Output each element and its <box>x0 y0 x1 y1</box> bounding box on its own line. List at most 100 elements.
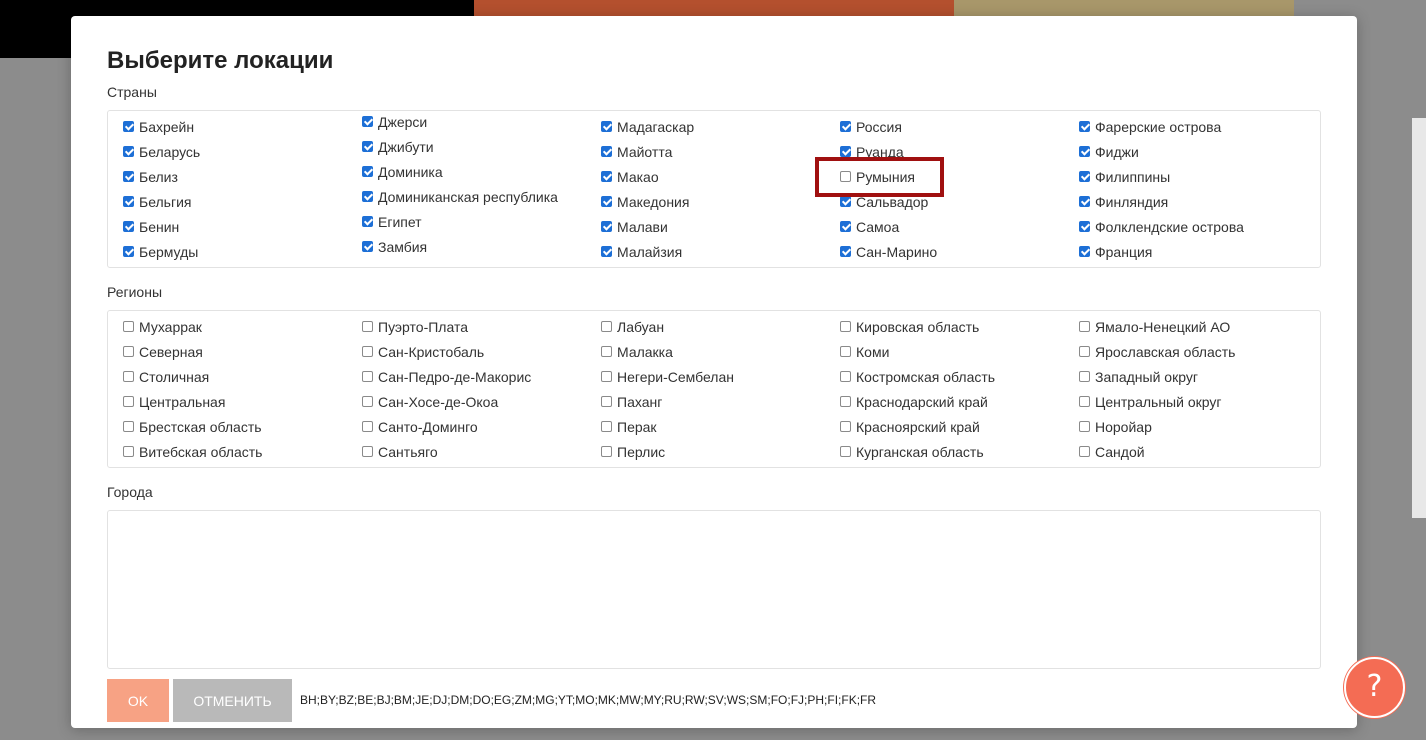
checkbox-checked-icon[interactable] <box>123 246 134 257</box>
help-button[interactable]: ? <box>1344 657 1405 718</box>
checkbox-unchecked-icon[interactable] <box>840 421 851 432</box>
country-item[interactable]: Майотта <box>601 139 839 164</box>
country-item[interactable]: Беларусь <box>123 139 361 164</box>
checkbox-checked-icon[interactable] <box>1079 121 1090 132</box>
checkbox-unchecked-icon[interactable] <box>123 421 134 432</box>
country-item[interactable]: Замбия <box>362 234 600 259</box>
country-item[interactable]: Доминика <box>362 159 600 184</box>
country-item[interactable]: Фолклендские острова <box>1079 214 1317 239</box>
checkbox-checked-icon[interactable] <box>601 221 612 232</box>
checkbox-unchecked-icon[interactable] <box>362 421 373 432</box>
country-item[interactable]: Малайзия <box>601 239 839 264</box>
cities-list[interactable] <box>107 510 1321 669</box>
region-item[interactable]: Курганская область <box>840 439 1078 464</box>
region-item[interactable]: Костромская область <box>840 364 1078 389</box>
checkbox-unchecked-icon[interactable] <box>362 321 373 332</box>
checkbox-checked-icon[interactable] <box>601 196 612 207</box>
region-item[interactable]: Паханг <box>601 389 839 414</box>
checkbox-checked-icon[interactable] <box>840 196 851 207</box>
cancel-button[interactable]: ОТМЕНИТЬ <box>173 679 292 722</box>
country-item[interactable]: Бельгия <box>123 189 361 214</box>
checkbox-unchecked-icon[interactable] <box>840 346 851 357</box>
checkbox-unchecked-icon[interactable] <box>601 346 612 357</box>
region-item[interactable]: Центральная <box>123 389 361 414</box>
checkbox-checked-icon[interactable] <box>362 141 373 152</box>
region-item[interactable]: Красноярский край <box>840 414 1078 439</box>
region-item[interactable]: Кировская область <box>840 314 1078 339</box>
country-item[interactable]: Фарерские острова <box>1079 114 1317 139</box>
region-item[interactable]: Краснодарский край <box>840 389 1078 414</box>
checkbox-checked-icon[interactable] <box>362 216 373 227</box>
checkbox-checked-icon[interactable] <box>601 121 612 132</box>
region-item[interactable]: Лабуан <box>601 314 839 339</box>
checkbox-unchecked-icon[interactable] <box>1079 321 1090 332</box>
ok-button[interactable]: OK <box>107 679 169 722</box>
checkbox-unchecked-icon[interactable] <box>1079 421 1090 432</box>
checkbox-checked-icon[interactable] <box>362 116 373 127</box>
checkbox-unchecked-icon[interactable] <box>1079 396 1090 407</box>
country-item[interactable]: Бахрейн <box>123 114 361 139</box>
checkbox-checked-icon[interactable] <box>123 221 134 232</box>
country-item[interactable]: Россия <box>840 114 1078 139</box>
checkbox-checked-icon[interactable] <box>123 171 134 182</box>
checkbox-unchecked-icon[interactable] <box>123 371 134 382</box>
region-item[interactable]: Западный округ <box>1079 364 1317 389</box>
checkbox-unchecked-icon[interactable] <box>123 321 134 332</box>
country-item[interactable]: Сан-Марино <box>840 239 1078 264</box>
country-item[interactable]: Бермуды <box>123 239 361 264</box>
checkbox-unchecked-icon[interactable] <box>1079 371 1090 382</box>
country-item[interactable]: Финляндия <box>1079 189 1317 214</box>
checkbox-unchecked-icon[interactable] <box>840 396 851 407</box>
checkbox-checked-icon[interactable] <box>123 146 134 157</box>
checkbox-checked-icon[interactable] <box>840 121 851 132</box>
region-item[interactable]: Коми <box>840 339 1078 364</box>
checkbox-unchecked-icon[interactable] <box>362 371 373 382</box>
regions-list[interactable]: Мухаррак Северная Столичная Центральная Брес… <box>107 310 1321 468</box>
country-item[interactable]: Джибути <box>362 134 600 159</box>
checkbox-checked-icon[interactable] <box>601 146 612 157</box>
checkbox-checked-icon[interactable] <box>123 196 134 207</box>
checkbox-checked-icon[interactable] <box>601 246 612 257</box>
country-item[interactable]: Белиз <box>123 164 361 189</box>
region-item[interactable]: Перак <box>601 414 839 439</box>
checkbox-unchecked-icon[interactable] <box>123 446 134 457</box>
checkbox-checked-icon[interactable] <box>1079 171 1090 182</box>
country-item[interactable]: Макао <box>601 164 839 189</box>
checkbox-unchecked-icon[interactable] <box>362 346 373 357</box>
checkbox-unchecked-icon[interactable] <box>123 346 134 357</box>
checkbox-checked-icon[interactable] <box>1079 146 1090 157</box>
country-item[interactable]: Сальвадор <box>840 189 1078 214</box>
checkbox-checked-icon[interactable] <box>1079 246 1090 257</box>
checkbox-unchecked-icon[interactable] <box>840 446 851 457</box>
country-item[interactable]: Фиджи <box>1079 139 1317 164</box>
country-item[interactable]: Македония <box>601 189 839 214</box>
checkbox-checked-icon[interactable] <box>840 146 851 157</box>
region-item[interactable]: Малакка <box>601 339 839 364</box>
checkbox-unchecked-icon[interactable] <box>1079 446 1090 457</box>
region-item[interactable]: Ярославская область <box>1079 339 1317 364</box>
checkbox-checked-icon[interactable] <box>840 221 851 232</box>
checkbox-unchecked-icon[interactable] <box>601 321 612 332</box>
checkbox-checked-icon[interactable] <box>1079 196 1090 207</box>
region-item[interactable]: Сан-Педро-де-Макорис <box>362 364 600 389</box>
country-item[interactable]: Бенин <box>123 214 361 239</box>
checkbox-unchecked-icon[interactable] <box>601 446 612 457</box>
checkbox-checked-icon[interactable] <box>362 241 373 252</box>
checkbox-unchecked-icon[interactable] <box>362 446 373 457</box>
country-item[interactable]: Малави <box>601 214 839 239</box>
country-item[interactable]: Мадагаскар <box>601 114 839 139</box>
region-item[interactable]: Сан-Хосе-де-Окоа <box>362 389 600 414</box>
checkbox-unchecked-icon[interactable] <box>362 396 373 407</box>
country-item[interactable]: Джерси <box>362 111 600 134</box>
region-item[interactable]: Витебская область <box>123 439 361 464</box>
country-item[interactable]: Египет <box>362 209 600 234</box>
region-item[interactable]: Пуэрто-Плата <box>362 314 600 339</box>
country-item[interactable]: Руанда <box>840 139 1078 164</box>
region-item[interactable]: Норойар <box>1079 414 1317 439</box>
checkbox-checked-icon[interactable] <box>123 121 134 132</box>
country-item[interactable]: Самоа <box>840 214 1078 239</box>
checkbox-unchecked-icon[interactable] <box>123 396 134 407</box>
checkbox-checked-icon[interactable] <box>601 171 612 182</box>
region-item[interactable]: Сандой <box>1079 439 1317 464</box>
region-item[interactable]: Ямало-Ненецкий АО <box>1079 314 1317 339</box>
